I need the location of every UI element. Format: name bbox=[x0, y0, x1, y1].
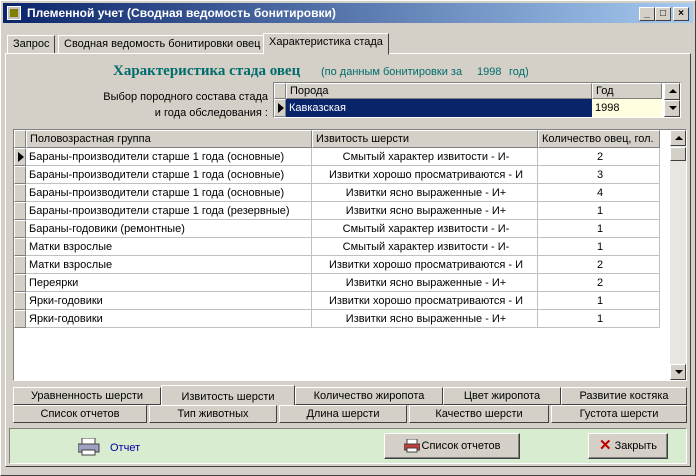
row-indicator[interactable] bbox=[14, 256, 26, 274]
scroll-down-button[interactable] bbox=[670, 364, 686, 380]
row-indicator[interactable] bbox=[14, 148, 26, 166]
tab-skeleton-development[interactable]: Развитие костяка bbox=[561, 387, 687, 405]
cell-count[interactable]: 2 bbox=[538, 256, 660, 274]
tab-summary-sheet[interactable]: Сводная ведомость бонитировки овец bbox=[58, 35, 267, 54]
tab-wool-length[interactable]: Длина шерсти bbox=[279, 405, 407, 423]
tab-animal-type[interactable]: Тип животных bbox=[149, 405, 277, 423]
current-row-arrow-icon bbox=[18, 152, 24, 162]
cell-crimp[interactable]: Смытый характер извитости - И- bbox=[312, 238, 538, 256]
tab-herd-characteristics[interactable]: Характеристика стада bbox=[263, 33, 389, 55]
page-subtitle-year: 1998 bbox=[477, 66, 502, 78]
cell-count[interactable]: 2 bbox=[538, 148, 660, 166]
close-label: Закрыть bbox=[614, 440, 657, 452]
cell-group[interactable]: Бараны-производители старше 1 года (осно… bbox=[26, 184, 312, 202]
cell-crimp[interactable]: Извитки ясно выраженные - И+ bbox=[312, 184, 538, 202]
cell-group[interactable]: Бараны-годовики (ремонтные) bbox=[26, 220, 312, 238]
report-list-button[interactable]: Список отчетов bbox=[384, 433, 520, 459]
row-indicator bbox=[274, 99, 286, 117]
cell-crimp[interactable]: Извитки ясно выраженные - И+ bbox=[312, 310, 538, 328]
tab-wool-uniformity[interactable]: Уравненность шерсти bbox=[13, 387, 161, 405]
cell-group[interactable]: Бараны-производители старше 1 года (осно… bbox=[26, 166, 312, 184]
printer-icon[interactable] bbox=[78, 438, 100, 456]
tab-wool-crimp[interactable]: Извитость шерсти bbox=[161, 385, 295, 407]
cell-crimp[interactable]: Извитки хорошо просматриваются - И bbox=[312, 166, 538, 184]
scroll-up-button[interactable] bbox=[670, 130, 686, 146]
report-list-label: Список отчетов bbox=[421, 440, 501, 452]
column-header-breed[interactable]: Порода bbox=[286, 83, 592, 99]
close-icon: ✕ bbox=[598, 437, 612, 455]
window-title: Племенной учет (Сводная ведомость бонити… bbox=[27, 6, 336, 20]
row-indicator[interactable] bbox=[14, 220, 26, 238]
close-window-button[interactable]: × bbox=[673, 7, 689, 21]
scroll-thumb[interactable] bbox=[670, 147, 686, 161]
app-window: Племенной учет (Сводная ведомость бонити… bbox=[0, 0, 696, 476]
cell-count[interactable]: 1 bbox=[538, 292, 660, 310]
minimize-button[interactable]: _ bbox=[639, 7, 655, 21]
row-indicator[interactable] bbox=[14, 202, 26, 220]
report-link[interactable]: Отчет bbox=[110, 442, 140, 454]
column-header-year[interactable]: Год bbox=[592, 83, 662, 99]
breed-year-grid[interactable]: Порода Год Кавказская 1998 bbox=[273, 82, 681, 118]
maximize-button[interactable]: □ bbox=[655, 7, 671, 21]
cell-crimp[interactable]: Смытый характер извитости - И- bbox=[312, 220, 538, 238]
row-indicator[interactable] bbox=[14, 274, 26, 292]
cell-count[interactable]: 1 bbox=[538, 220, 660, 238]
tab-report-list[interactable]: Список отчетов bbox=[13, 405, 147, 423]
selector-label-line2: и года обследования : bbox=[154, 107, 268, 119]
grid-scroll-up[interactable] bbox=[664, 83, 680, 100]
close-button[interactable]: ✕ Закрыть bbox=[588, 433, 668, 459]
cell-count[interactable]: 4 bbox=[538, 184, 660, 202]
cell-count[interactable]: 1 bbox=[538, 202, 660, 220]
print-report-icon bbox=[403, 438, 421, 453]
tab-query[interactable]: Запрос bbox=[7, 35, 56, 54]
cell-crimp[interactable]: Извитки хорошо просматриваются - И bbox=[312, 292, 538, 310]
cell-crimp[interactable]: Извитки ясно выраженные - И+ bbox=[312, 274, 538, 292]
page-subtitle-unit: год) bbox=[509, 66, 529, 78]
selector-label-line1: Выбор породного состава стада bbox=[103, 91, 268, 103]
cell-crimp[interactable]: Извитки хорошо просматриваются - И bbox=[312, 256, 538, 274]
app-icon bbox=[7, 6, 21, 20]
cell-count[interactable]: 1 bbox=[538, 310, 660, 328]
current-row-arrow-icon bbox=[278, 103, 284, 113]
row-indicator[interactable] bbox=[14, 292, 26, 310]
scroll-down-icon bbox=[675, 370, 683, 374]
row-indicator[interactable] bbox=[14, 238, 26, 256]
year-cell[interactable]: 1998 bbox=[592, 99, 662, 117]
cell-group[interactable]: Ярки-годовики bbox=[26, 292, 312, 310]
tab-yolk-color[interactable]: Цвет жиропота bbox=[443, 387, 561, 405]
tab-wool-density[interactable]: Густота шерсти bbox=[551, 405, 687, 423]
column-header-group[interactable]: Половозрастная группа bbox=[26, 130, 312, 148]
cell-group[interactable]: Бараны-производители старше 1 года (резе… bbox=[26, 202, 312, 220]
row-indicator[interactable] bbox=[14, 184, 26, 202]
page-subtitle: (по данным бонитировки за bbox=[321, 66, 463, 78]
scroll-up-icon bbox=[675, 136, 683, 140]
cell-group[interactable]: Ярки-годовики bbox=[26, 310, 312, 328]
footer-panel: Отчет Список отчетов ✕ Закрыть bbox=[9, 428, 687, 464]
table-corner bbox=[14, 130, 26, 148]
column-header-count[interactable]: Количество овец, гол. bbox=[538, 130, 660, 148]
cell-group[interactable]: Матки взрослые bbox=[26, 238, 312, 256]
cell-group[interactable]: Матки взрослые bbox=[26, 256, 312, 274]
cell-group[interactable]: Бараны-производители старше 1 года (осно… bbox=[26, 148, 312, 166]
cell-crimp[interactable]: Смытый характер извитости - И- bbox=[312, 148, 538, 166]
page-title: Характеристика стада овец bbox=[113, 63, 301, 79]
column-header-crimp[interactable]: Извитость шерсти bbox=[312, 130, 538, 148]
table-scrollbar[interactable] bbox=[670, 130, 686, 380]
herd-data-table[interactable]: Половозрастная группа Извитость шерсти К… bbox=[13, 129, 687, 381]
cell-count[interactable]: 3 bbox=[538, 166, 660, 184]
row-indicator[interactable] bbox=[14, 166, 26, 184]
grid-scroll-down[interactable] bbox=[664, 100, 680, 117]
grid-corner bbox=[274, 83, 286, 99]
tab-wool-quality[interactable]: Качество шерсти bbox=[409, 405, 549, 423]
cell-count[interactable]: 2 bbox=[538, 274, 660, 292]
row-indicator[interactable] bbox=[14, 310, 26, 328]
cell-count[interactable]: 1 bbox=[538, 238, 660, 256]
title-bar[interactable]: Племенной учет (Сводная ведомость бонити… bbox=[3, 3, 693, 23]
breed-cell[interactable]: Кавказская bbox=[286, 99, 592, 117]
cell-group[interactable]: Переярки bbox=[26, 274, 312, 292]
cell-crimp[interactable]: Извитки ясно выраженные - И+ bbox=[312, 202, 538, 220]
tab-yolk-amount[interactable]: Количество жиропота bbox=[295, 387, 443, 405]
selector-label: Выбор породного состава стада и года обс… bbox=[96, 89, 268, 121]
